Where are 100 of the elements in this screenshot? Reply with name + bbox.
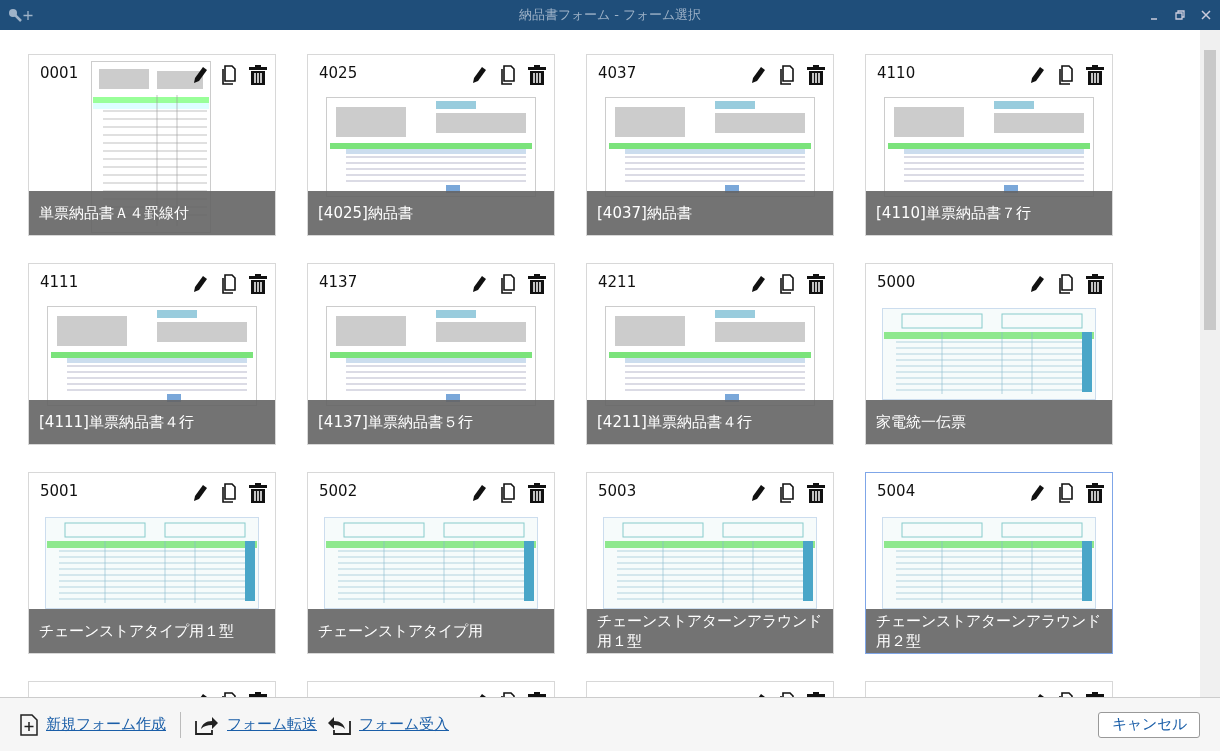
- form-name: 単票納品書Ａ４罫線付: [29, 191, 275, 235]
- form-code: 5002: [319, 482, 358, 500]
- delete-button[interactable]: [806, 482, 826, 504]
- pencil-icon: [192, 484, 208, 502]
- copy-icon: [221, 483, 237, 503]
- copy-icon: [221, 65, 237, 85]
- trash-icon: [1086, 274, 1104, 294]
- form-code: 5001: [40, 482, 79, 500]
- copy-icon: [500, 483, 516, 503]
- form-card[interactable]: 4037 [4037]納品書: [586, 54, 834, 236]
- copy-button[interactable]: [498, 64, 518, 86]
- cancel-button[interactable]: キャンセル: [1098, 711, 1200, 738]
- form-name: チェーンストアタイプ用: [308, 609, 554, 653]
- pencil-icon: [750, 484, 766, 502]
- form-card[interactable]: 4211 [4211]単票納品書４行: [586, 263, 834, 445]
- close-icon[interactable]: [1200, 9, 1212, 21]
- form-code: 4110: [877, 64, 916, 82]
- form-card[interactable]: 4025 [4025]納品書: [307, 54, 555, 236]
- delete-button[interactable]: [248, 273, 268, 295]
- form-card[interactable]: 4111 [4111]単票納品書４行: [28, 263, 276, 445]
- form-name: [4211]単票納品書４行: [587, 400, 833, 444]
- form-card[interactable]: 5002 チェーンストアタイプ用: [307, 472, 555, 654]
- form-card[interactable]: 5003 チェーンストアターンアラウンド用１型: [586, 472, 834, 654]
- restore-icon[interactable]: [1174, 9, 1186, 21]
- form-code: 5003: [598, 482, 637, 500]
- copy-button[interactable]: [219, 273, 239, 295]
- copy-button[interactable]: [1056, 64, 1076, 86]
- form-card[interactable]: 5000 家電統一伝票: [865, 263, 1113, 445]
- copy-button[interactable]: [498, 482, 518, 504]
- export-arrow-icon: [195, 714, 219, 735]
- copy-button[interactable]: [498, 273, 518, 295]
- pencil-icon: [750, 66, 766, 84]
- delete-button[interactable]: [527, 64, 547, 86]
- form-name: [4137]単票納品書５行: [308, 400, 554, 444]
- form-code: 4111: [40, 273, 79, 291]
- form-card[interactable]: 0001 単票納品書Ａ４罫線付: [28, 54, 276, 236]
- copy-icon: [779, 65, 795, 85]
- form-code: 0001: [40, 64, 79, 82]
- copy-icon: [1058, 65, 1074, 85]
- trash-icon: [528, 65, 546, 85]
- pencil-icon: [1029, 275, 1045, 293]
- delete-button[interactable]: [527, 273, 547, 295]
- delete-button[interactable]: [806, 273, 826, 295]
- form-card[interactable]: 4110 [4110]単票納品書７行: [865, 54, 1113, 236]
- copy-button[interactable]: [777, 482, 797, 504]
- copy-icon: [500, 274, 516, 294]
- form-card[interactable]: 5001 チェーンストアタイプ用１型: [28, 472, 276, 654]
- copy-button[interactable]: [219, 64, 239, 86]
- form-name: チェーンストアタイプ用１型: [29, 609, 275, 653]
- pencil-icon: [471, 275, 487, 293]
- window-title: 納品書フォーム - フォーム選択: [518, 6, 702, 24]
- form-name: [4037]納品書: [587, 191, 833, 235]
- pencil-icon: [471, 66, 487, 84]
- copy-icon: [1058, 483, 1074, 503]
- form-code: 5000: [877, 273, 916, 291]
- delete-button[interactable]: [1085, 273, 1105, 295]
- footer-link[interactable]: フォーム転送: [195, 714, 317, 735]
- copy-button[interactable]: [1056, 273, 1076, 295]
- form-name: チェーンストアターンアラウンド用２型: [866, 609, 1112, 653]
- form-name: [4110]単票納品書７行: [866, 191, 1112, 235]
- trash-icon: [249, 483, 267, 503]
- pencil-icon: [192, 66, 208, 84]
- delete-button[interactable]: [1085, 482, 1105, 504]
- form-name: [4111]単票納品書４行: [29, 400, 275, 444]
- delete-button[interactable]: [527, 482, 547, 504]
- copy-button[interactable]: [1056, 482, 1076, 504]
- copy-button[interactable]: [777, 64, 797, 86]
- form-card[interactable]: 4137 [4137]単票納品書５行: [307, 263, 555, 445]
- delete-button[interactable]: [1085, 64, 1105, 86]
- form-card[interactable]: 5004 チェーンストアターンアラウンド用２型: [865, 472, 1113, 654]
- copy-icon: [1058, 274, 1074, 294]
- copy-icon: [500, 65, 516, 85]
- delete-button[interactable]: [248, 482, 268, 504]
- copy-button[interactable]: [777, 273, 797, 295]
- pencil-icon: [1029, 484, 1045, 502]
- new-document-icon: [20, 713, 38, 736]
- form-code: 4037: [598, 64, 637, 82]
- copy-icon: [221, 274, 237, 294]
- trash-icon: [528, 483, 546, 503]
- footer-link[interactable]: フォーム受入: [327, 714, 449, 735]
- trash-icon: [1086, 65, 1104, 85]
- trash-icon: [249, 274, 267, 294]
- form-name: チェーンストアターンアラウンド用１型: [587, 609, 833, 653]
- delete-button[interactable]: [248, 64, 268, 86]
- pencil-icon: [750, 275, 766, 293]
- copy-icon: [779, 274, 795, 294]
- copy-icon: [779, 483, 795, 503]
- trash-icon: [249, 65, 267, 85]
- form-code: 5004: [877, 482, 916, 500]
- trash-icon: [807, 65, 825, 85]
- pencil-icon: [192, 275, 208, 293]
- trash-icon: [528, 274, 546, 294]
- copy-button[interactable]: [219, 482, 239, 504]
- trash-icon: [807, 274, 825, 294]
- footer-link[interactable]: 新規フォーム作成: [20, 713, 166, 736]
- form-name: [4025]納品書: [308, 191, 554, 235]
- pencil-icon: [471, 484, 487, 502]
- delete-button[interactable]: [806, 64, 826, 86]
- form-code: 4025: [319, 64, 358, 82]
- scrollbar[interactable]: [1200, 30, 1220, 697]
